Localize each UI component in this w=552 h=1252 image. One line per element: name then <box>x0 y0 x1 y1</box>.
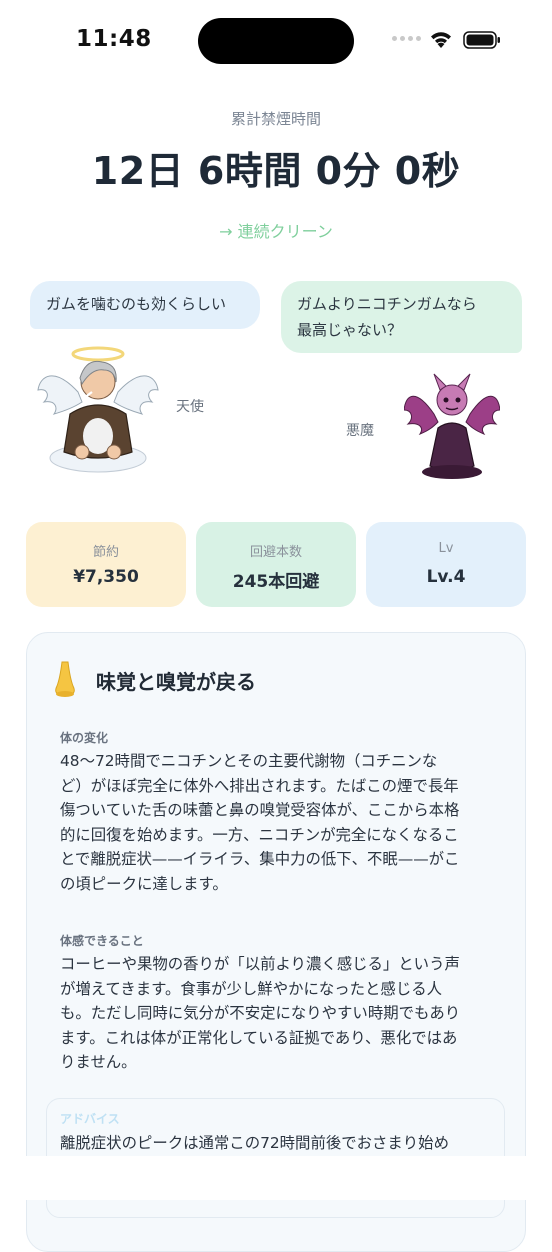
text-line: とで離脱症状——イライラ、集中力の低下、不眠——がこ <box>60 850 460 868</box>
advice-label: アドバイス <box>60 1112 120 1126</box>
angel-speech-bubble: ガムを噛むのも効くらしい <box>30 281 260 329</box>
stat-value: 245本回避 <box>232 572 320 592</box>
streak-link[interactable]: → 連続クリーン <box>0 218 552 242</box>
feel-text: コーヒーや果物の香りが「以前より濃く感じる」という声 が増えてきます。食事が少し… <box>60 952 500 1075</box>
feel-label: 体感できること <box>60 934 144 948</box>
body-change-label: 体の変化 <box>60 731 109 745</box>
stat-title: 回避本数 <box>249 545 302 560</box>
angel-name: 天使 <box>176 399 204 415</box>
devil-name: 悪魔 <box>346 423 374 439</box>
milestone-title: 味覚と嗅覚が戻る <box>96 670 256 694</box>
text-line: コーヒーや果物の香りが「以前より濃く感じる」という声 <box>60 955 460 973</box>
text-line: りません。 <box>60 1053 137 1071</box>
dynamic-island <box>198 18 354 64</box>
devil-speech-line2: 最高じゃない？ <box>297 321 403 339</box>
text-line: ど）がほぼ完全に体外へ排出されます。たばこの煙で長年 <box>60 776 459 795</box>
wifi-icon <box>431 32 451 48</box>
stat-value: ¥7,350 <box>73 567 139 587</box>
angel-illustration <box>37 346 159 473</box>
text-line: 的に回復を始めます。一方、ニコチンが完全になくなるこ <box>60 825 459 844</box>
cellular-signal-icon <box>392 36 421 41</box>
stat-card-level: Lv Lv.4 <box>366 522 526 607</box>
body-change-text: 48〜72時間でニコチンとその主要代謝物（コチニンな ど）がほぼ完全に体外へ排出… <box>60 749 500 896</box>
text-line: ます。これは体が正常化している証拠であり、悪化ではあ <box>60 1028 458 1047</box>
stat-card-avoided: 回避本数 245本回避 <box>196 522 356 607</box>
devil-illustration <box>404 373 500 479</box>
stat-card-savings: 節約 ¥7,350 <box>26 522 186 607</box>
stat-value: Lv.4 <box>426 567 466 587</box>
stat-title: 節約 <box>92 545 119 560</box>
text-line: 48〜72時間でニコチンとその主要代謝物（コチニンな <box>60 752 438 770</box>
advice-text: 離脱症状のピークは通常この72時間前後でおさまり始め <box>60 1134 449 1152</box>
total-quit-label: 累計禁煙時間 <box>230 110 321 128</box>
bottom-fade <box>0 1156 552 1200</box>
status-time: 11:48 <box>76 26 152 52</box>
text-line: が増えてきます。食事が少し鮮やかになったと感じる人 <box>60 979 442 998</box>
stat-title: Lv <box>438 541 454 556</box>
nose-icon <box>55 661 75 697</box>
devil-speech-bubble: ガムよりニコチンガムなら 最高じゃない？ <box>281 281 522 353</box>
quit-duration: 12日 6時間 0分 0秒 <box>91 149 461 193</box>
devil-speech-line1: ガムよりニコチンガムなら <box>297 295 477 313</box>
text-line: も。ただし同時に気分が不安定になりやすい時期でもあり <box>60 1004 461 1022</box>
text-line: の頃ピークに達します。 <box>60 874 228 893</box>
text-line: 傷ついていた舌の味蕾と鼻の嗅覚受容体が、ここから本格 <box>60 801 460 819</box>
battery-icon <box>463 31 500 49</box>
status-bar: 11:48 <box>0 0 552 80</box>
angel-speech: ガムを噛むのも効くらしい <box>46 295 227 313</box>
